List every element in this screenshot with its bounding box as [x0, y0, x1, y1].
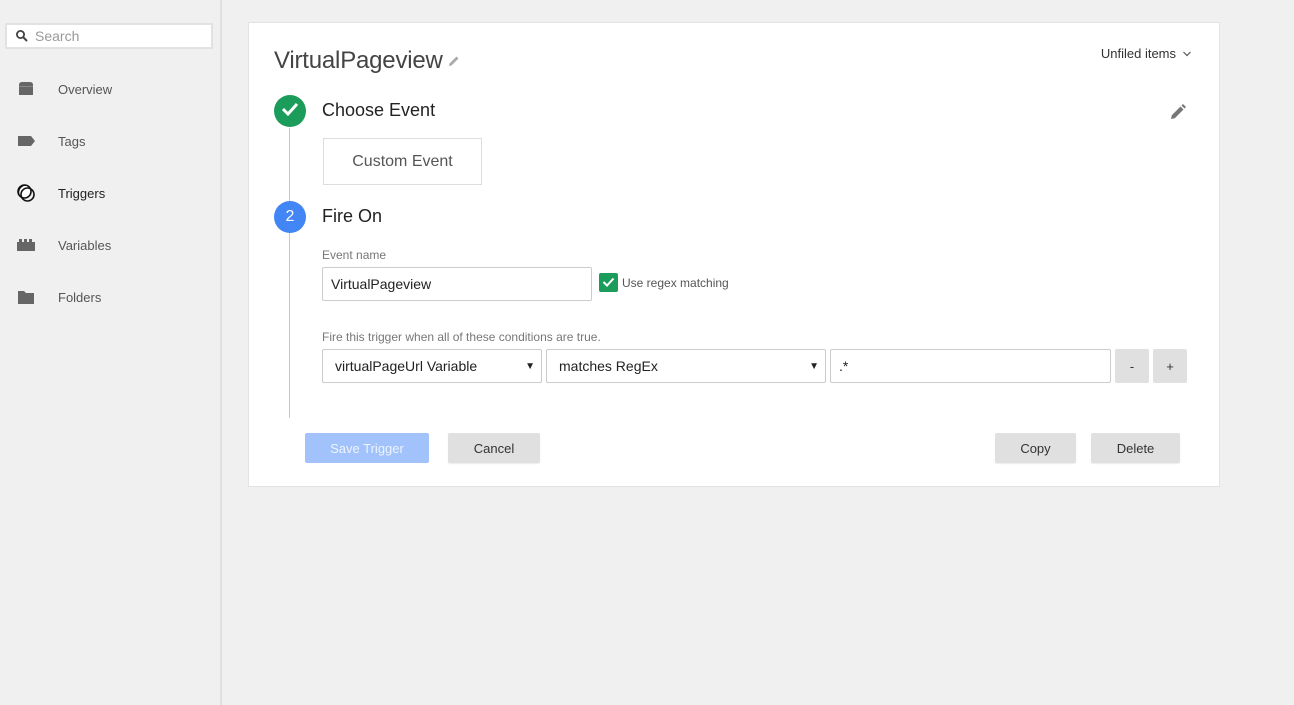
folder-dropdown[interactable]: Unfiled items: [1101, 46, 1192, 61]
sidebar-item-tags[interactable]: Tags: [0, 121, 220, 161]
step-complete-badge: [274, 95, 306, 127]
remove-condition-button[interactable]: -: [1115, 349, 1149, 383]
sidebar-item-label: Triggers: [58, 185, 106, 201]
condition-operator-select[interactable]: matches RegEx ▼: [546, 349, 826, 383]
sidebar-item-folders[interactable]: Folders: [0, 277, 220, 317]
overview-icon: [16, 79, 36, 99]
check-icon: [602, 274, 615, 292]
add-condition-button[interactable]: +: [1153, 349, 1187, 383]
sidebar-item-label: Variables: [58, 237, 112, 253]
dropdown-arrow-icon: ▼: [525, 360, 535, 372]
variable-icon: [16, 235, 36, 255]
save-trigger-button[interactable]: Save Trigger: [305, 433, 429, 463]
step-connector: [289, 128, 290, 418]
sidebar-item-variables[interactable]: Variables: [0, 225, 220, 265]
step-number-badge: 2: [274, 201, 306, 233]
step-title-fire-on: Fire On: [322, 206, 383, 226]
regex-label: Use regex matching: [622, 276, 729, 290]
event-name-input[interactable]: [322, 267, 592, 301]
condition-variable-select[interactable]: virtualPageUrl Variable ▼: [322, 349, 542, 383]
trigger-icon: [16, 183, 36, 203]
sidebar-item-label: Tags: [58, 133, 86, 149]
condition-value-input[interactable]: [830, 349, 1111, 383]
trigger-name[interactable]: VirtualPageview: [274, 47, 443, 75]
conditions-label: Fire this trigger when all of these cond…: [322, 330, 601, 344]
edit-name-icon[interactable]: [447, 54, 461, 68]
regex-checkbox[interactable]: [599, 273, 618, 292]
condition-variable-value: virtualPageUrl Variable: [335, 358, 478, 374]
check-icon: [281, 102, 299, 121]
edit-event-icon[interactable]: [1169, 103, 1187, 121]
folder-icon: [16, 287, 36, 307]
search-icon: [15, 29, 29, 43]
sidebar-item-triggers[interactable]: Triggers: [0, 173, 220, 213]
chevron-down-icon: [1182, 46, 1192, 61]
search-input[interactable]: [35, 28, 205, 44]
step-title-choose-event: Choose Event: [322, 100, 436, 120]
condition-operator-value: matches RegEx: [559, 358, 658, 374]
sidebar-item-label: Overview: [58, 81, 113, 97]
folder-label: Unfiled items: [1100, 46, 1176, 61]
cancel-button[interactable]: Cancel: [448, 433, 540, 463]
dropdown-arrow-icon: ▼: [809, 360, 819, 372]
delete-button[interactable]: Delete: [1091, 433, 1180, 463]
sidebar-item-overview[interactable]: Overview: [0, 69, 220, 109]
trigger-editor-card: VirtualPageview Unfiled items Choose Eve…: [248, 22, 1220, 487]
event-name-label: Event name: [322, 248, 387, 262]
copy-button[interactable]: Copy: [995, 433, 1076, 463]
sidebar: Overview Tags Triggers Variables Folders: [0, 0, 222, 705]
search-box[interactable]: [5, 23, 213, 49]
event-type-card[interactable]: Custom Event: [323, 138, 482, 185]
sidebar-item-label: Folders: [58, 289, 102, 305]
tag-icon: [16, 131, 36, 151]
